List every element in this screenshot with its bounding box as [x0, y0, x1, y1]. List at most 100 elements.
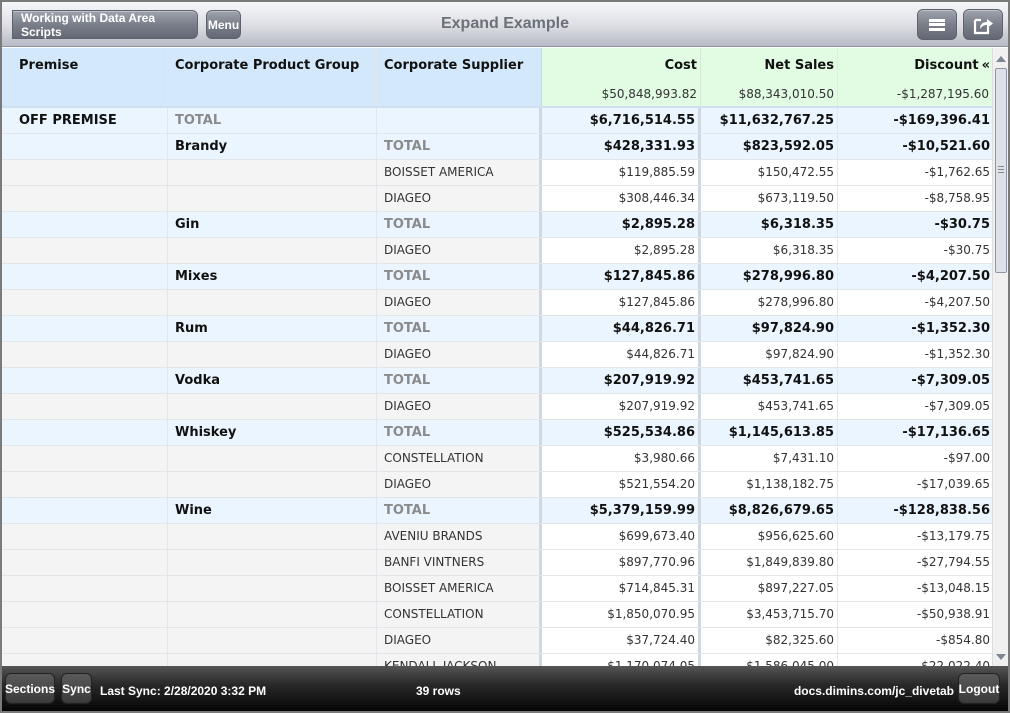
premise-cell — [2, 472, 168, 497]
product-group-cell: Whiskey — [168, 420, 377, 445]
supplier-cell: TOTAL — [377, 264, 542, 289]
column-header-discount[interactable]: Discount « -$1,287,195.60 — [838, 48, 992, 106]
table-row-total[interactable]: Mixes TOTAL $127,845.86 $278,996.80 -$4,207.… — [2, 264, 992, 290]
supplier-cell: DIAGEO — [377, 342, 542, 367]
column-header-net-sales[interactable]: Net Sales $88,343,010.50 — [701, 48, 838, 106]
net-sales-cell: $1,849,839.80 — [701, 550, 838, 575]
discount-cell: -$7,309.05 — [911, 373, 990, 388]
table-row-total[interactable]: Brandy TOTAL $428,331.93 $823,592.05 -$10,52… — [2, 134, 992, 160]
product-group-cell: Wine — [168, 498, 377, 523]
net-sales-cell: $1,138,182.75 — [701, 472, 838, 497]
premise-cell — [2, 498, 168, 523]
cost-cell: $119,885.59 — [542, 160, 701, 185]
premise-cell — [2, 160, 168, 185]
column-header-net-sales-label: Net Sales — [764, 58, 834, 73]
discount-cell: -$4,207.50 — [911, 269, 990, 284]
discount-cell: -$1,352.30 — [838, 342, 992, 367]
table-row[interactable]: CONSTELLATION $3,980.66 $7,431.10 -$97.00 — [2, 446, 992, 472]
grand-total-cost: $50,848,993.82 — [601, 87, 697, 101]
vertical-scrollbar[interactable] — [992, 48, 1008, 666]
cost-cell: $897,770.96 — [542, 550, 701, 575]
table-row[interactable]: DIAGEO $308,446.34 $673,119.50 -$8,758.95 — [2, 186, 992, 212]
table-row[interactable]: DIAGEO $44,826.71 $97,824.90 -$1,352.30 — [2, 342, 992, 368]
share-button[interactable] — [963, 9, 1003, 40]
collapse-columns-icon[interactable]: « — [982, 58, 990, 73]
net-sales-cell: $6,318.35 — [701, 238, 838, 263]
premise-cell — [2, 628, 168, 653]
net-sales-cell: $150,472.55 — [701, 160, 838, 185]
product-group-cell: Brandy — [168, 134, 377, 159]
logout-button[interactable]: Logout — [958, 673, 1000, 704]
column-header-product-group[interactable]: Corporate Product Group — [168, 48, 377, 106]
cost-cell: $1,850,070.95 — [542, 602, 701, 627]
back-button-label: Working with Data Area Scripts — [21, 10, 156, 39]
discount-cell: -$13,048.15 — [838, 576, 992, 601]
net-sales-cell: $453,741.65 — [701, 368, 838, 393]
share-icon — [973, 18, 993, 34]
server-url: docs.dimins.com/jc_divetab — [793, 684, 954, 698]
product-group-cell — [168, 628, 377, 653]
column-header-supplier[interactable]: Corporate Supplier — [377, 48, 542, 106]
net-sales-cell: $673,119.50 — [701, 186, 838, 211]
cost-cell: $428,331.93 — [542, 134, 701, 159]
cost-cell: $127,845.86 — [542, 290, 701, 315]
table-row[interactable]: DIAGEO $37,724.40 $82,325.60 -$854.80 — [2, 628, 992, 654]
discount-cell: -$97.00 — [838, 446, 992, 471]
supplier-cell: TOTAL — [377, 420, 542, 445]
supplier-cell: BANFI VINTNERS — [377, 550, 542, 575]
sections-button[interactable]: Sections — [5, 673, 55, 704]
supplier-cell: DIAGEO — [377, 186, 542, 211]
product-group-cell — [168, 342, 377, 367]
column-header-premise[interactable]: Premise — [2, 48, 168, 106]
table-row-total[interactable]: Vodka TOTAL $207,919.92 $453,741.65 -$7,309.… — [2, 368, 992, 394]
table-row[interactable]: CONSTELLATION $1,850,070.95 $3,453,715.70-… — [2, 602, 992, 628]
scroll-down-arrow-icon[interactable] — [996, 654, 1006, 660]
table-row[interactable]: KENDALL JACKSON $1,170,074.05 $1,586,045.0… — [2, 654, 992, 666]
net-sales-cell: $453,741.65 — [701, 394, 838, 419]
hamburger-button[interactable] — [917, 9, 957, 40]
discount-cell: -$22,022.40 — [838, 654, 992, 666]
premise-cell — [2, 446, 168, 471]
table-row-total[interactable]: Wine TOTAL $5,379,159.99 $8,826,679.65 -$128… — [2, 498, 992, 524]
column-header-cost-label: Cost — [664, 58, 697, 73]
cost-cell: $207,919.92 — [542, 394, 701, 419]
table-row-total[interactable]: OFF PREMISE TOTAL $6,716,514.55 $11,632,767… — [2, 108, 992, 134]
net-sales-cell: $11,632,767.25 — [701, 108, 838, 133]
table-row[interactable]: BOISSET AMERICA $119,885.59 $150,472.55 -$1… — [2, 160, 992, 186]
column-header-cost[interactable]: Cost $50,848,993.82 — [542, 48, 701, 106]
cost-cell: $1,170,074.05 — [542, 654, 701, 666]
premise-cell — [2, 602, 168, 627]
premise-cell — [2, 394, 168, 419]
table-row[interactable]: DIAGEO $127,845.86 $278,996.80 -$4,207.50 — [2, 290, 992, 316]
table-row[interactable]: AVENIU BRANDS $699,673.40 $956,625.60 -$13,… — [2, 524, 992, 550]
premise-cell — [2, 654, 168, 666]
table-row[interactable]: DIAGEO $521,554.20 $1,138,182.75 -$17,039.6… — [2, 472, 992, 498]
supplier-cell: TOTAL — [377, 368, 542, 393]
supplier-cell: TOTAL — [377, 212, 542, 237]
scroll-up-arrow-icon[interactable] — [996, 56, 1006, 62]
table-row-total[interactable]: Rum TOTAL $44,826.71 $97,824.90 -$1,352.30 — [2, 316, 992, 342]
back-button[interactable]: Working with Data Area Scripts — [12, 10, 198, 39]
premise-cell — [2, 368, 168, 393]
discount-cell: -$4,207.50 — [838, 290, 992, 315]
table-row-total[interactable]: Whiskey TOTAL $525,534.86 $1,145,613.85 -$17… — [2, 420, 992, 446]
table-row[interactable]: BANFI VINTNERS $897,770.96 $1,849,839.80 -$… — [2, 550, 992, 576]
discount-cell: -$169,396.41 — [893, 113, 990, 128]
sync-button[interactable]: Sync — [61, 673, 92, 704]
supplier-cell: CONSTELLATION — [377, 602, 542, 627]
table-row-total[interactable]: Gin TOTAL $2,895.28 $6,318.35 -$30.75 — [2, 212, 992, 238]
grand-total-net-sales: $88,343,010.50 — [738, 87, 834, 101]
cost-cell: $525,534.86 — [542, 420, 701, 445]
table-row[interactable]: BOISSET AMERICA $714,845.31 $897,227.05 -$1… — [2, 576, 992, 602]
net-sales-cell: $1,586,045.00 — [701, 654, 838, 666]
table-row[interactable]: DIAGEO $207,919.92 $453,741.65 -$7,309.05 — [2, 394, 992, 420]
premise-cell — [2, 342, 168, 367]
product-group-cell — [168, 238, 377, 263]
cost-cell: $37,724.40 — [542, 628, 701, 653]
net-sales-cell: $278,996.80 — [701, 290, 838, 315]
product-group-cell — [168, 394, 377, 419]
scrollbar-thumb[interactable] — [995, 68, 1007, 273]
supplier-cell: TOTAL — [377, 134, 542, 159]
supplier-cell: CONSTELLATION — [377, 446, 542, 471]
table-row[interactable]: DIAGEO $2,895.28 $6,318.35 -$30.75 — [2, 238, 992, 264]
